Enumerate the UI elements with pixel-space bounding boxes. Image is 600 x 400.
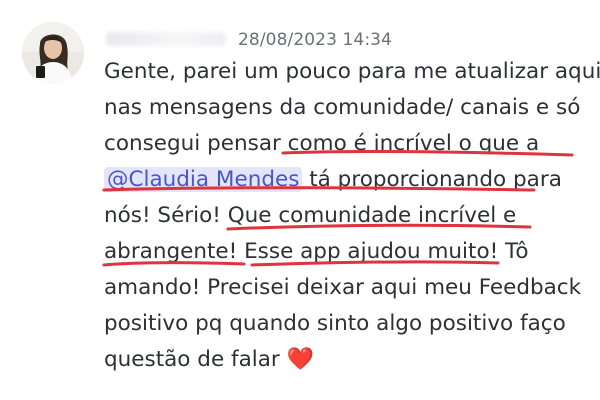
message-line: questão de falar ❤️ [104, 342, 594, 378]
message-line: abrangente! Esse app ajudou muito! Tô [104, 239, 529, 264]
user-mention[interactable]: @Claudia Mendes [104, 167, 303, 192]
message-timestamp: 28/08/2023 14:34 [238, 30, 392, 50]
message-body: Gente, parei um pouco para me atualizar … [104, 54, 600, 378]
message-text: tá proporcionando para [302, 167, 562, 192]
redacted-username [102, 28, 238, 52]
message-line: positivo pq quando sinto algo positivo f… [104, 311, 566, 336]
message-line: nós! Sério! Que comunidade incrível e [104, 203, 517, 228]
message-header: 28/08/2023 14:34 [102, 26, 392, 54]
message-line: amando! Precisei deixar aqui meu Feedbac… [104, 275, 582, 300]
message-line: Gente, parei um pouco para me atualizar … [104, 59, 600, 84]
avatar[interactable] [22, 22, 84, 84]
message-line: nas mensagens da comunidade/ canais e só [104, 95, 581, 120]
message-screenshot: 28/08/2023 14:34 Gente, parei um pouco p… [0, 0, 600, 400]
message-line: consegui pensar como é incrível o que a [104, 131, 540, 156]
message-line: @Claudia Mendes tá proporcionando para [104, 162, 594, 198]
message-text: questão de falar [104, 347, 287, 372]
heart-emoji-icon: ❤️ [286, 347, 314, 372]
user-avatar-icon [22, 22, 84, 84]
